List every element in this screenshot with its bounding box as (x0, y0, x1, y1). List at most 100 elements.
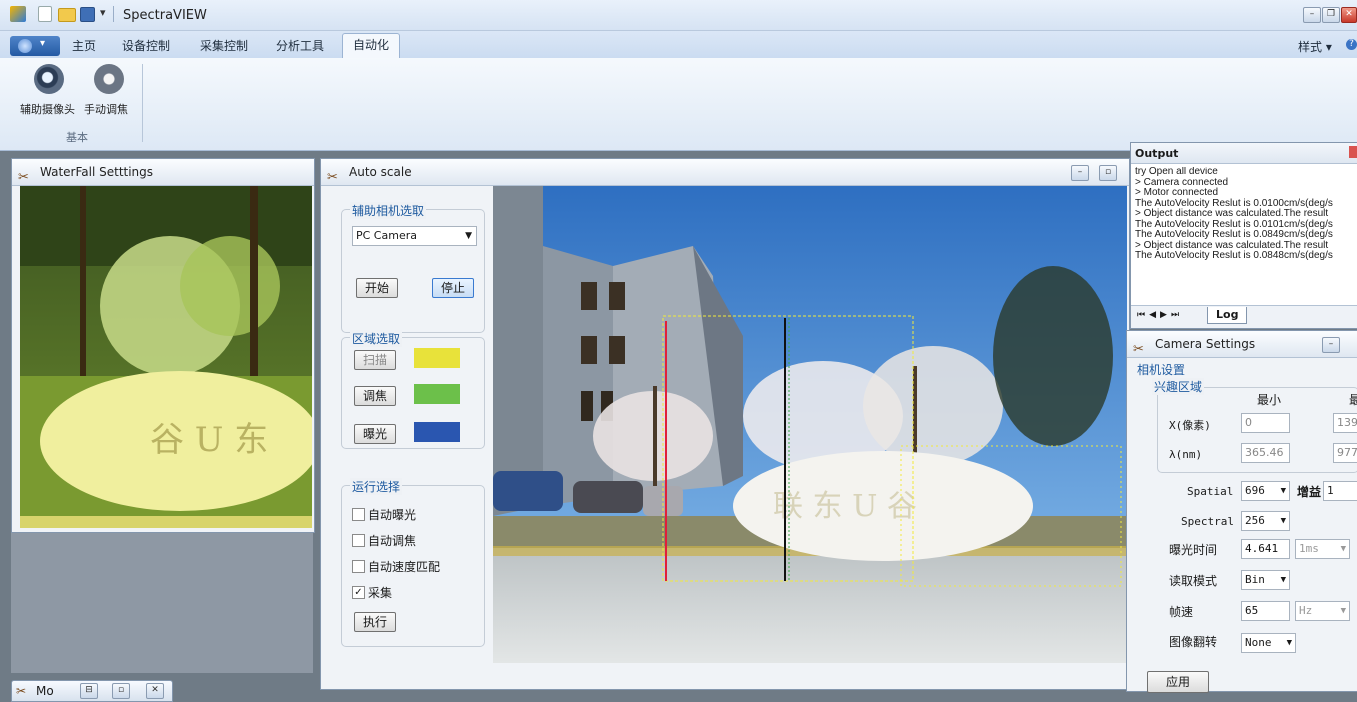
focus-icon[interactable] (94, 64, 124, 94)
lambda-max-input[interactable]: 977. (1333, 443, 1357, 463)
tab-device-control[interactable]: 设备控制 (112, 35, 180, 57)
output-close-icon[interactable] (1349, 146, 1357, 158)
exposure-color-swatch (414, 422, 460, 442)
app-menu-button[interactable]: ▾ (10, 36, 60, 56)
auto-exposure-label: 自动曝光 (368, 508, 417, 522)
autoscale-maximize-button[interactable]: ▫ (1099, 165, 1117, 181)
save-icon[interactable] (80, 7, 95, 22)
app-title: SpectraVIEW (123, 8, 207, 23)
gain-input[interactable]: 1 (1323, 481, 1357, 501)
tab-home[interactable]: 主页 (62, 35, 106, 57)
close-button[interactable]: ✕ (1341, 7, 1357, 23)
spectral-value: 256 (1245, 514, 1265, 527)
camera-select-group-label: 辅助相机选取 (350, 202, 427, 219)
log-line: > Motor connected (1135, 187, 1219, 198)
mini-pin-button[interactable]: ⊟ (80, 683, 98, 699)
checkbox-box (352, 534, 365, 547)
x-pixel-label: X(像素) (1169, 419, 1211, 432)
mini-restore-button[interactable]: ▫ (112, 683, 130, 699)
ribbon-group-label: 基本 (66, 131, 88, 144)
tab-analysis-tools[interactable]: 分析工具 (266, 35, 334, 57)
new-file-icon[interactable] (38, 6, 52, 22)
waterfall-title: WaterFall Setttings (40, 165, 154, 179)
help-icon[interactable]: ? (1346, 39, 1357, 50)
autoscale-minimize-button[interactable]: – (1071, 165, 1089, 181)
min-label: 最小 (1257, 393, 1282, 407)
exposure-label: 曝光时间 (1169, 543, 1218, 557)
chevron-down-icon: ▼ (1280, 516, 1286, 526)
spatial-select[interactable]: 696 ▼ (1241, 481, 1290, 501)
camera-settings-panel: ✂ Camera Settings – 相机设置 兴趣区域 最小 最 X(像素)… (1126, 330, 1357, 693)
log-tab[interactable]: Log (1207, 307, 1248, 324)
waterfall-panel: ✂ WaterFall Setttings 谷 U 东 (11, 158, 315, 533)
stone-carving-left: 谷 U 东 (150, 420, 268, 460)
minimized-panel[interactable]: ✂ Mo ⊟ ▫ ✕ (11, 680, 173, 702)
mini-close-button[interactable]: ✕ (146, 683, 164, 699)
scan-region-button[interactable]: 扫描 (354, 350, 396, 370)
auto-focus-label: 自动调焦 (368, 534, 417, 548)
autoscale-panel: ✂ Auto scale – ▫ 辅助相机选取 PC Camera ▼ 开始 停… (320, 158, 1130, 690)
stone-carving-text: 联 东 U 谷 (773, 489, 917, 524)
frame-rate-label: 帧速 (1169, 605, 1194, 619)
chevron-down-icon: ▼ (1280, 575, 1286, 585)
manual-focus-button[interactable]: 手动调焦 (84, 101, 128, 117)
chevron-down-icon: ▼ (1340, 606, 1346, 616)
roi-group-label: 兴趣区域 (1152, 378, 1205, 395)
spectral-label: Spectral (1181, 515, 1234, 528)
focus-region-button[interactable]: 调焦 (354, 386, 396, 406)
autoscale-title: Auto scale (349, 165, 412, 179)
camera-settings-group-label: 相机设置 (1137, 363, 1186, 377)
run-select-group-label: 运行选择 (350, 478, 403, 495)
camera-settings-minimize-button[interactable]: – (1322, 337, 1340, 353)
run-select-group: 运行选择 自动曝光 自动调焦 自动速度匹配 ✓ 采集 执行 (341, 478, 485, 647)
camera-icon[interactable] (34, 64, 64, 94)
exposure-input[interactable]: 4.641 (1241, 539, 1290, 559)
quick-access-dropdown-icon[interactable]: ▾ (100, 6, 106, 19)
tab-acquisition-control[interactable]: 采集控制 (190, 35, 258, 57)
acquire-label: 采集 (368, 586, 393, 600)
read-mode-select[interactable]: Bin ▼ (1241, 570, 1290, 590)
camera-select[interactable]: PC Camera ▼ (352, 226, 477, 246)
focus-color-swatch (414, 384, 460, 404)
chevron-down-icon: ▼ (465, 231, 472, 241)
spectral-select[interactable]: 256 ▼ (1241, 511, 1290, 531)
autoscale-header: ✂ Auto scale – ▫ (321, 159, 1129, 186)
frame-rate-input[interactable]: 65 (1241, 601, 1290, 621)
frame-rate-unit-select[interactable]: Hz ▼ (1295, 601, 1350, 621)
gain-label: 增益 (1297, 485, 1322, 499)
aux-camera-button[interactable]: 辅助摄像头 (20, 101, 75, 117)
waterfall-image: 谷 U 东 (20, 186, 312, 528)
camera-select-value: PC Camera (356, 229, 417, 242)
style-menu[interactable]: 样式 ▾ (1298, 38, 1332, 55)
wrench-icon: ✂ (327, 170, 338, 185)
open-folder-icon[interactable] (58, 8, 76, 22)
tab-nav-arrows-icon[interactable]: ⏮◀▶⏭ (1137, 310, 1183, 320)
lambda-min-input[interactable]: 365.46 (1241, 443, 1290, 463)
ribbon-divider (142, 64, 143, 142)
camera-select-group: 辅助相机选取 PC Camera ▼ 开始 停止 (341, 202, 485, 333)
start-button[interactable]: 开始 (356, 278, 398, 298)
max-label: 最 (1349, 393, 1357, 407)
output-header: Output (1131, 143, 1357, 164)
image-flip-select[interactable]: None ▼ (1241, 633, 1296, 653)
restore-button[interactable]: ❐ (1322, 7, 1340, 23)
chevron-down-icon: ▼ (1280, 486, 1286, 496)
image-flip-label: 图像翻转 (1169, 635, 1218, 649)
execute-button[interactable]: 执行 (354, 612, 396, 632)
output-log: try Open all device > Camera connected >… (1135, 167, 1357, 262)
title-divider (113, 6, 114, 22)
x-max-input[interactable]: 1392 (1333, 413, 1357, 433)
x-min-input[interactable]: 0 (1241, 413, 1290, 433)
stop-button[interactable]: 停止 (432, 278, 474, 298)
output-tabbar: ⏮◀▶⏭ Log (1131, 305, 1357, 328)
exposure-region-button[interactable]: 曝光 (354, 424, 396, 444)
minimize-button[interactable]: – (1303, 7, 1321, 23)
exposure-unit-value: 1ms (1299, 542, 1319, 555)
image-flip-value: None (1245, 636, 1272, 649)
exposure-unit-select[interactable]: 1ms ▼ (1295, 539, 1350, 559)
tab-automation[interactable]: 自动化 (342, 33, 401, 59)
ribbon-tabs: ▾ 主页 设备控制 采集控制 分析工具 自动化 样式 ▾ ? (0, 31, 1357, 59)
apply-button[interactable]: 应用 (1147, 671, 1209, 693)
camera-settings-header: ✂ Camera Settings – (1127, 331, 1357, 358)
chevron-down-icon: ▼ (1286, 638, 1292, 648)
